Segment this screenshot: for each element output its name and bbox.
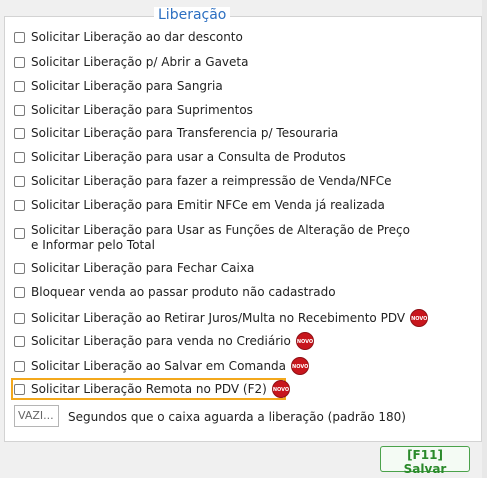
option-label: Solicitar Liberação para fazer a reimpre…	[31, 174, 392, 188]
novo-badge-icon: NOVO	[291, 357, 310, 375]
option-emitir-nfce[interactable]: Solicitar Liberação para Emitir NFCe em …	[14, 195, 385, 215]
group-title: Liberação	[154, 7, 231, 23]
option-label: Solicitar Liberação para Sangria	[31, 79, 223, 93]
checkbox[interactable]	[14, 151, 25, 163]
option-label: Solicitar Liberação p/ Abrir a Gaveta	[31, 55, 249, 69]
option-label-line1: Solicitar Liberação para Usar as Funções…	[31, 223, 410, 237]
checkbox[interactable]	[14, 175, 25, 187]
option-label: Solicitar Liberação para Emitir NFCe em …	[31, 198, 385, 212]
option-label: Solicitar Liberação ao Retirar Juros/Mul…	[31, 311, 406, 325]
option-suprimentos[interactable]: Solicitar Liberação para Suprimentos	[14, 100, 253, 120]
novo-badge-icon: NOVO	[410, 309, 429, 327]
option-sangria[interactable]: Solicitar Liberação para Sangria	[14, 76, 223, 96]
option-desconto[interactable]: Solicitar Liberação ao dar desconto	[14, 27, 243, 47]
option-label: Solicitar Liberação ao Salvar em Comanda	[31, 359, 287, 373]
option-liberacao-remota[interactable]: Solicitar Liberação Remota no PDV (F2) N…	[14, 379, 290, 399]
option-crediario[interactable]: Solicitar Liberação para venda no Crediá…	[14, 331, 314, 351]
novo-badge-icon: NOVO	[271, 380, 290, 398]
checkbox[interactable]	[14, 104, 25, 116]
option-comanda[interactable]: Solicitar Liberação ao Salvar em Comanda…	[14, 356, 310, 376]
option-label: Solicitar Liberação Remota no PDV (F2)	[31, 382, 267, 396]
checkbox[interactable]	[14, 199, 25, 211]
checkbox[interactable]	[14, 335, 25, 347]
option-label: Solicitar Liberação para venda no Crediá…	[31, 334, 291, 348]
option-transferencia[interactable]: Solicitar Liberação para Transferencia p…	[14, 123, 338, 143]
save-button[interactable]: [F11] Salvar	[380, 446, 470, 476]
option-fechar-caixa[interactable]: Solicitar Liberação para Fechar Caixa	[14, 258, 254, 278]
checkbox[interactable]	[14, 80, 25, 92]
option-label-line2: e Informar pelo Total	[31, 238, 155, 252]
option-label: Solicitar Liberação para Fechar Caixa	[31, 261, 255, 275]
checkbox[interactable]	[14, 56, 25, 68]
checkbox[interactable]	[14, 228, 25, 239]
option-label: Solicitar Liberação para Transferencia p…	[31, 126, 339, 140]
option-label: Solicitar Liberação para Suprimentos	[31, 103, 253, 117]
option-consulta-produtos[interactable]: Solicitar Liberação para usar a Consulta…	[14, 147, 346, 167]
checkbox[interactable]	[14, 262, 25, 274]
option-gaveta[interactable]: Solicitar Liberação p/ Abrir a Gaveta	[14, 52, 248, 72]
option-label: Bloquear venda ao passar produto não cad…	[31, 285, 336, 299]
novo-badge-icon: NOVO	[295, 332, 314, 350]
checkbox[interactable]	[14, 31, 25, 43]
timeout-seconds-input[interactable]: VAZI...	[14, 405, 59, 427]
checkbox[interactable]	[14, 360, 25, 372]
liberacao-panel: Liberação Solicitar Liberação ao dar des…	[0, 0, 487, 478]
timeout-label: Segundos que o caixa aguarda a liberação…	[68, 410, 406, 424]
option-alteracao-preco[interactable]: Solicitar Liberação para Usar as Funções…	[14, 223, 410, 253]
checkbox[interactable]	[14, 383, 25, 395]
scrollbar[interactable]	[482, 0, 487, 478]
checkbox[interactable]	[14, 127, 25, 139]
checkbox[interactable]	[14, 312, 25, 324]
checkbox[interactable]	[14, 286, 25, 298]
option-reimpressao[interactable]: Solicitar Liberação para fazer a reimpre…	[14, 171, 392, 191]
option-juros-multa[interactable]: Solicitar Liberação ao Retirar Juros/Mul…	[14, 308, 429, 328]
option-bloquear-nao-cadastrado[interactable]: Bloquear venda ao passar produto não cad…	[14, 282, 336, 302]
option-label: Solicitar Liberação para usar a Consulta…	[31, 150, 346, 164]
option-label: Solicitar Liberação ao dar desconto	[31, 30, 243, 44]
